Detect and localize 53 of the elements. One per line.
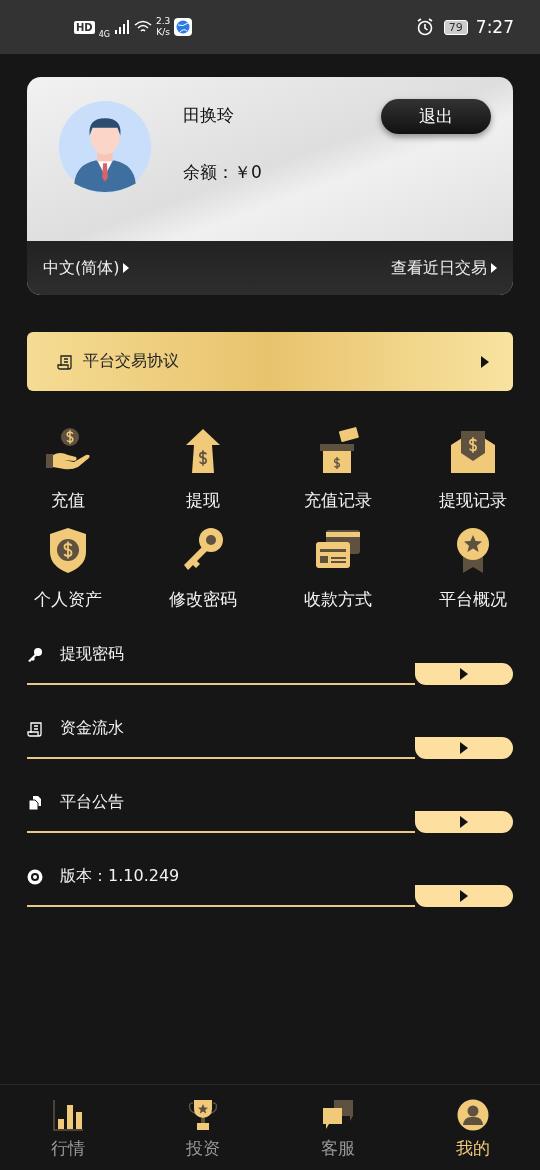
shortcut-tile[interactable]: 提现 — [135, 417, 270, 512]
caret-icon — [481, 355, 489, 368]
shortcut-tile[interactable]: 提现记录 — [405, 417, 540, 512]
clock-time: 7:27 — [475, 17, 514, 37]
caret-icon — [460, 668, 468, 680]
caret-icon — [460, 816, 468, 828]
speed-value: 2.3 — [155, 16, 171, 27]
shortcut-tile[interactable]: 收款方式 — [270, 516, 405, 611]
shortcut-tile[interactable]: 个人资产 — [0, 516, 135, 611]
nav-tab[interactable]: 我的 — [405, 1085, 540, 1170]
trophy-icon — [186, 1099, 219, 1131]
key-icon — [27, 646, 43, 663]
logout-button[interactable]: 退出 — [381, 99, 491, 134]
disc-icon — [27, 868, 43, 885]
caret-icon — [123, 263, 130, 273]
chat-bubbles-icon — [321, 1099, 354, 1131]
user-name: 田换玲 — [183, 104, 235, 127]
nav-tab[interactable]: 客服 — [270, 1085, 405, 1170]
shortcut-tile[interactable]: 充值记录 — [270, 417, 405, 512]
hd-badge: HD — [74, 20, 95, 34]
arrow-button[interactable] — [415, 737, 513, 759]
agreement-banner[interactable]: 平台交易协议 — [27, 332, 513, 391]
caret-icon — [460, 742, 468, 754]
nav-tab[interactable]: 行情 — [0, 1085, 135, 1170]
arrow-button[interactable] — [415, 885, 513, 907]
alarm-icon — [415, 18, 434, 36]
signal-icon — [113, 20, 130, 34]
caret-icon — [491, 263, 497, 273]
user-avatar-icon — [456, 1099, 489, 1131]
battery-indicator: 79 — [443, 19, 468, 35]
arrow-button[interactable] — [415, 811, 513, 833]
menu-label: 平台公告 — [60, 792, 124, 813]
bar-chart-icon — [51, 1099, 84, 1131]
network-type: 4G — [98, 29, 110, 39]
caret-icon — [460, 890, 468, 902]
menu-label: 资金流水 — [60, 718, 124, 739]
documents-icon — [27, 794, 43, 811]
shortcut-tile[interactable]: 平台概况 — [405, 516, 540, 611]
menu-label: 提现密码 — [60, 644, 124, 665]
language-selector[interactable]: 中文(简体) — [43, 257, 130, 279]
globe-app-icon — [174, 18, 193, 36]
arrow-button[interactable] — [415, 663, 513, 685]
shortcut-tile[interactable]: 充值 — [0, 417, 135, 512]
receipt-icon — [27, 720, 43, 737]
nav-tab[interactable]: 投资 — [135, 1085, 270, 1170]
menu-label: 版本：1.10.249 — [60, 866, 180, 887]
recent-transactions-link[interactable]: 查看近日交易 — [391, 257, 497, 279]
balance-text: 余额：￥0 — [183, 161, 263, 184]
wifi-icon — [133, 20, 152, 34]
shortcut-tile[interactable]: 修改密码 — [135, 516, 270, 611]
speed-unit: K/s — [155, 27, 171, 38]
receipt-icon — [57, 353, 73, 370]
avatar-figure-icon — [57, 99, 153, 195]
